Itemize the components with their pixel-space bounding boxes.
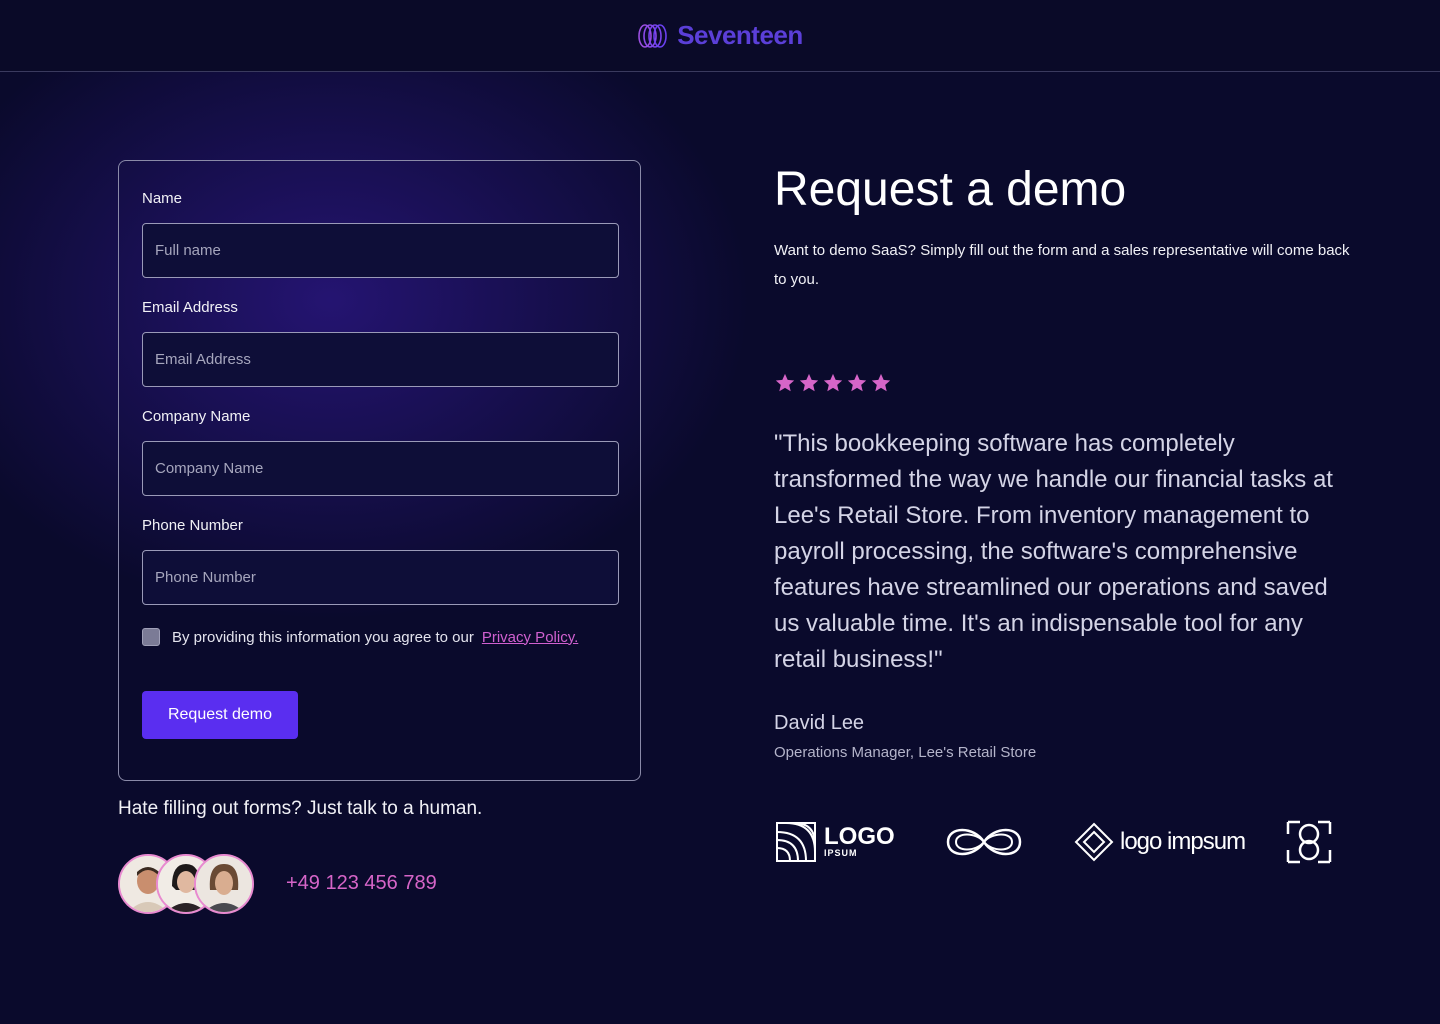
page-subtitle: Want to demo SaaS? Simply fill out the f… [774, 242, 1350, 288]
privacy-policy-link[interactable]: Privacy Policy. [482, 629, 578, 646]
brand-name: Seventeen [677, 20, 803, 50]
client-logo-3: logo impsum [1074, 814, 1246, 870]
logo-wordmark: LOGO [824, 823, 895, 850]
client-logos: LOGO IPSUM logo impsum [776, 814, 1336, 870]
talk-to-human-text: Hate filling out forms? Just talk to a h… [118, 798, 483, 819]
testimonial-author: David Lee [774, 712, 865, 734]
testimonial-role: Operations Manager, Lee's Retail Store [774, 744, 1037, 761]
request-demo-button[interactable]: Request demo [142, 691, 298, 739]
page-title: Request a demo [774, 163, 1127, 216]
concentric-rings-logo-icon [638, 23, 668, 48]
email-label: Email Address [142, 299, 238, 316]
company-field-group: Company Name [142, 407, 619, 496]
name-label: Name [142, 190, 183, 207]
infinity-logo-icon [946, 828, 1022, 856]
logo-impsum-text: logo impsum [1120, 828, 1246, 855]
striped-square-logo-icon [776, 822, 816, 862]
brand[interactable]: Seventeen [637, 20, 803, 51]
client-logo-2 [942, 814, 1026, 870]
star-icon [847, 373, 867, 392]
top-header: Seventeen [0, 0, 1440, 72]
phone-field-group: Phone Number [142, 516, 619, 605]
interlocked-logo-icon [1286, 820, 1332, 864]
testimonial-quote: "This bookkeeping software has completel… [774, 430, 1333, 673]
diamond-logo-icon [1074, 822, 1114, 862]
avatar [194, 854, 254, 914]
email-field-group: Email Address [142, 298, 619, 387]
demo-request-form: Name Email Address Company Name Phone Nu… [118, 160, 641, 781]
email-input[interactable] [142, 332, 619, 387]
phone-label: Phone Number [142, 517, 243, 534]
logo-subtext: IPSUM [824, 848, 858, 858]
company-label: Company Name [142, 408, 251, 425]
consent-text: By providing this information you agree … [172, 628, 474, 646]
consent-checkbox[interactable] [142, 628, 160, 646]
client-logo-1: LOGO IPSUM [776, 814, 895, 870]
name-field-group: Name [142, 189, 619, 278]
star-icon [799, 373, 819, 392]
team-avatars [118, 854, 258, 914]
consent-row: By providing this information you agree … [142, 625, 617, 649]
star-icon [823, 373, 843, 392]
contact-phone-link[interactable]: +49 123 456 789 [286, 872, 437, 895]
company-input[interactable] [142, 441, 619, 496]
phone-input[interactable] [142, 550, 619, 605]
star-icon [871, 373, 891, 392]
name-input[interactable] [142, 223, 619, 278]
star-icon [775, 373, 795, 392]
rating-stars [774, 372, 892, 394]
client-logo-4 [1286, 814, 1332, 870]
